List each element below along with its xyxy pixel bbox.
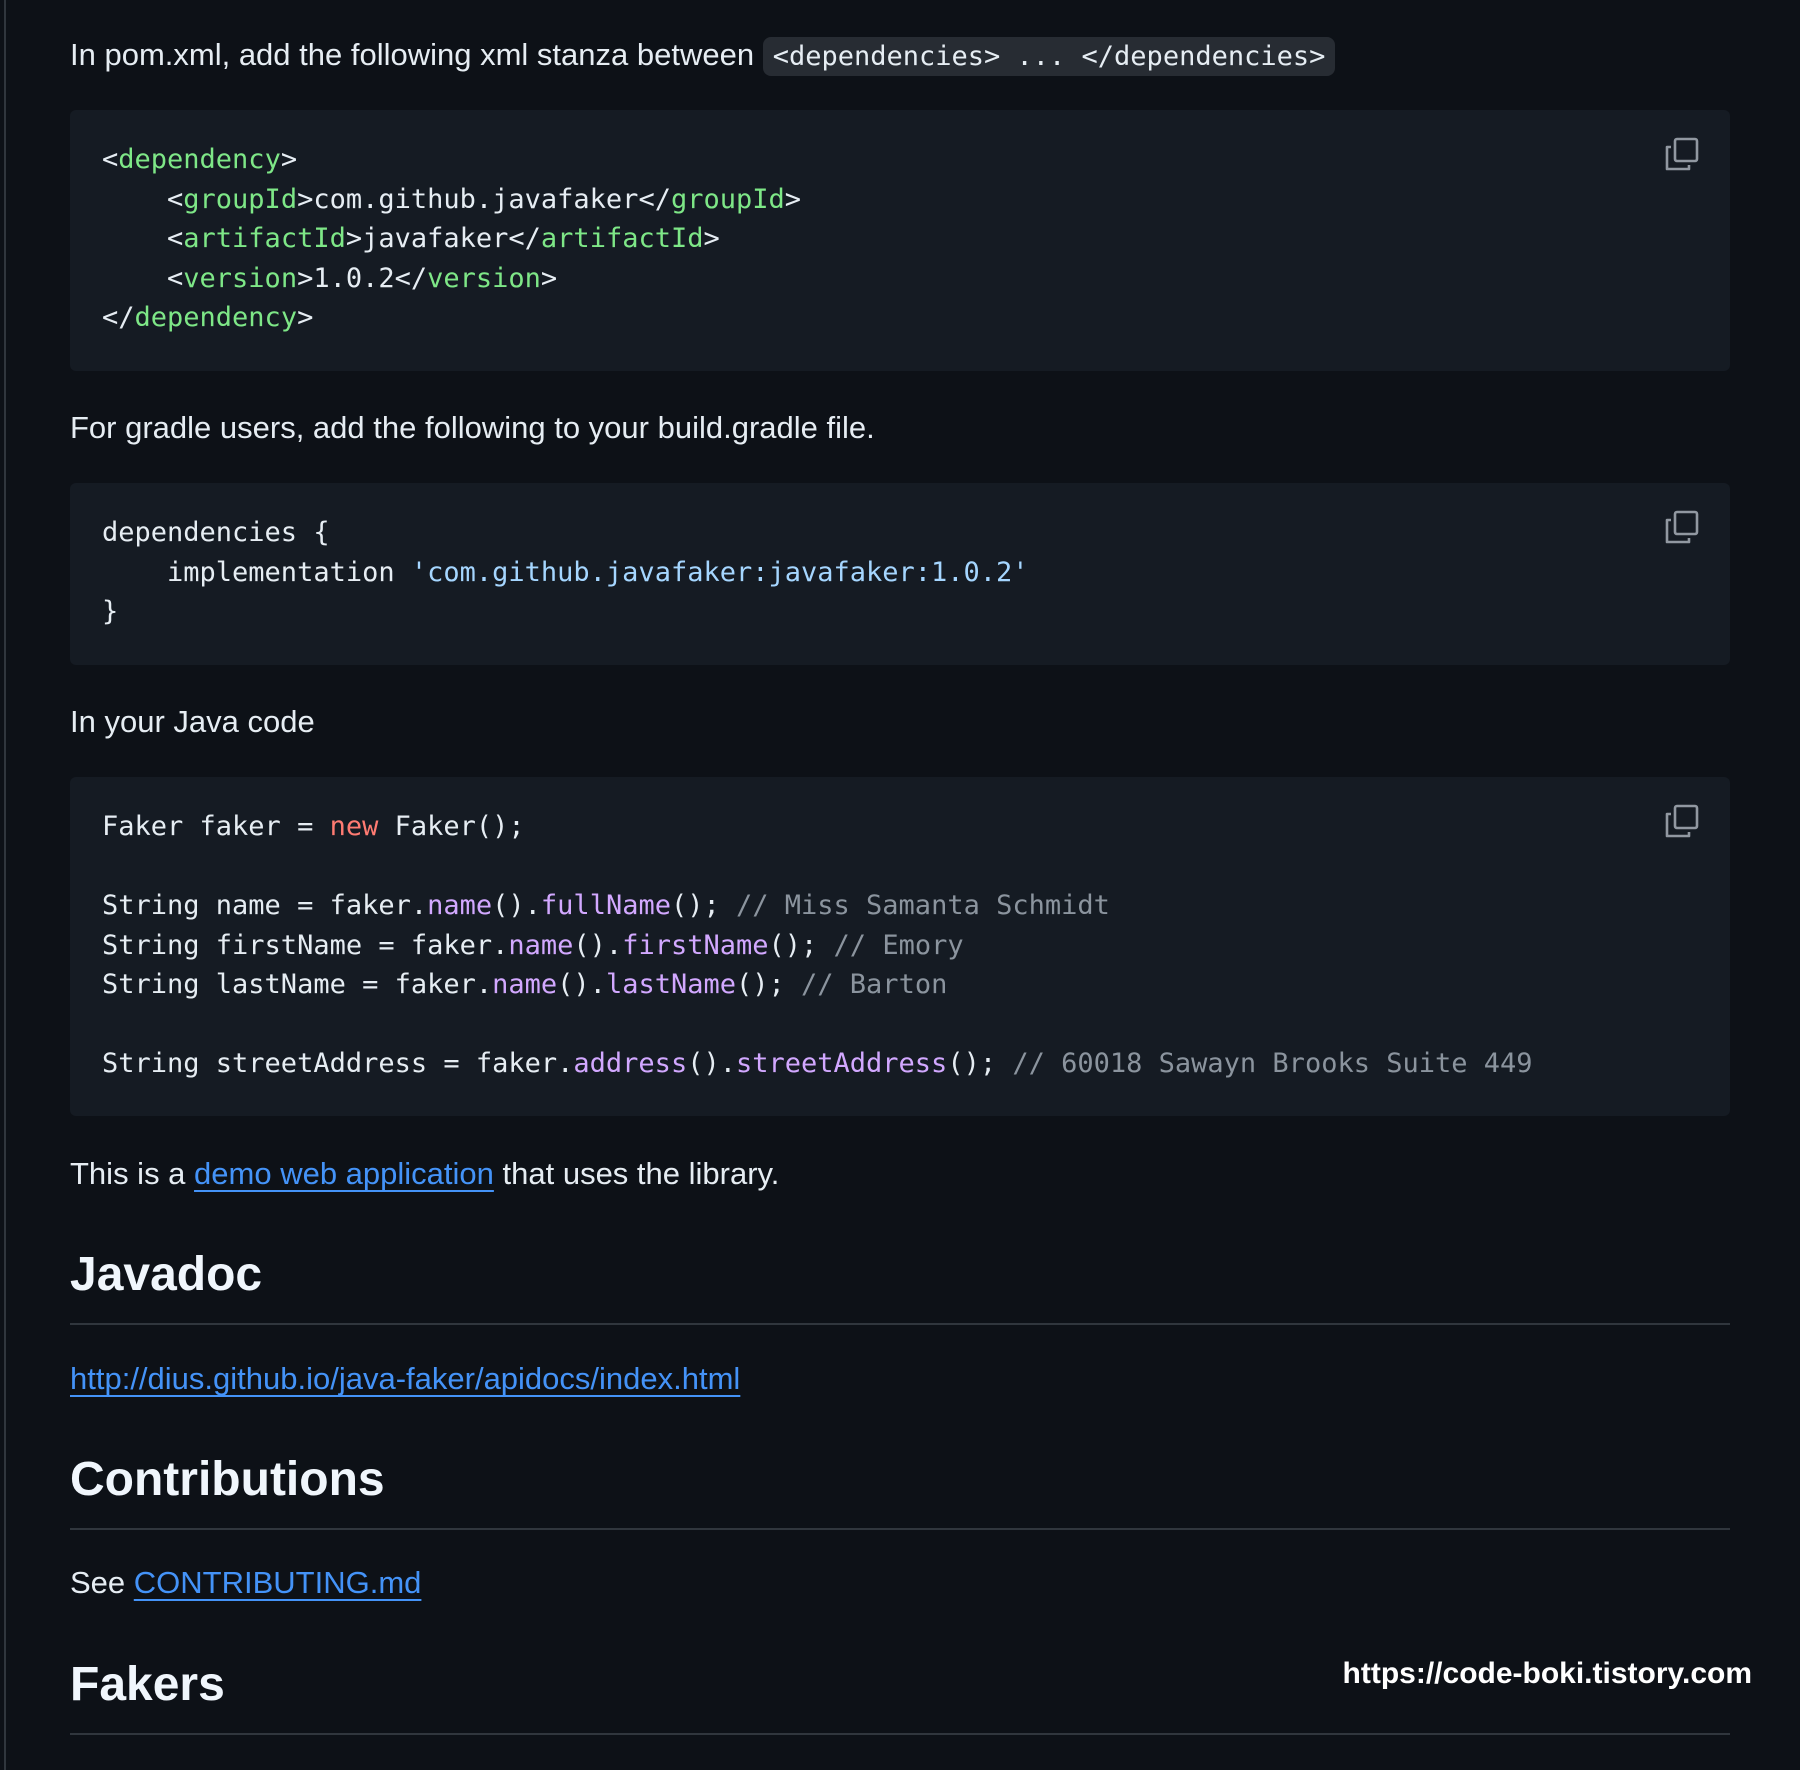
gradle-intro-paragraph: For gradle users, add the following to y…: [70, 410, 875, 445]
code-token: ().: [687, 1048, 736, 1079]
code-token: ().: [492, 890, 541, 921]
code-token: >1.0.2</: [297, 262, 428, 294]
code-line: String name = faker.name().fullName(); /…: [102, 890, 1110, 921]
code-token: name: [492, 969, 558, 1000]
code-token: name: [508, 929, 574, 961]
code-token: // Miss Samanta Schmidt: [736, 890, 1110, 921]
code-token: >: [297, 302, 314, 333]
left-border: [4, 0, 6, 1770]
code-token: lastName: [605, 969, 736, 1000]
code-token: fullName: [540, 890, 671, 921]
code-token: ();: [768, 929, 834, 961]
demo-web-application-link[interactable]: demo web application: [194, 1156, 494, 1191]
javadoc-heading: Javadoc: [70, 1247, 1730, 1325]
maven-code-block: <dependency> <groupId>com.github.javafak…: [70, 110, 1730, 371]
copy-icon: [1665, 137, 1699, 171]
code-token: artifactId: [183, 223, 346, 254]
code-token: ();: [947, 1048, 1013, 1079]
code-token: name: [427, 890, 493, 921]
code-token: dependency: [134, 302, 298, 333]
code-line: String streetAddress = faker.address().s…: [102, 1048, 1533, 1079]
code-token: >com.github.javafaker</: [297, 183, 671, 215]
code-token: // Barton: [801, 969, 948, 1000]
code-token: </: [102, 302, 135, 333]
code-token: >: [540, 262, 558, 294]
code-token: 'com.github.javafaker:javafaker:1.0.2': [410, 556, 1029, 588]
code-token: streetAddress: [735, 1048, 948, 1079]
code-token: <: [102, 223, 184, 254]
code-token: Faker();: [378, 811, 525, 842]
code-token: <: [102, 144, 119, 175]
code-line: }: [102, 596, 118, 627]
inline-code-dependencies: <dependencies> ... </dependencies>: [762, 37, 1336, 76]
code-line: String firstName = faker.name().firstNam…: [102, 930, 964, 961]
demo-paragraph: This is a demo web application that uses…: [70, 1156, 780, 1191]
code-token: version: [183, 262, 298, 294]
code-token: String lastName = faker.: [102, 969, 493, 1000]
code-token: dependency: [118, 144, 281, 175]
code-token: <: [102, 262, 184, 294]
contributions-paragraph: See CONTRIBUTING.md: [70, 1565, 422, 1600]
java-intro-paragraph: In your Java code: [70, 704, 315, 739]
code-token: version: [427, 262, 541, 294]
watermark-text: https://code-boki.tistory.com: [1342, 1657, 1752, 1690]
code-line: <version>1.0.2</version>: [102, 263, 557, 294]
code-token: Faker faker =: [102, 811, 330, 842]
code-line: implementation 'com.github.javafaker:jav…: [102, 557, 1029, 588]
java-code: Faker faker = new Faker(); String name =…: [102, 807, 1698, 1084]
code-line: <groupId>com.github.javafaker</groupId>: [102, 184, 801, 215]
code-token: <: [102, 183, 184, 215]
code-line: dependencies {: [102, 517, 330, 548]
code-token: String name = faker.: [102, 890, 428, 921]
code-token: implementation: [102, 556, 411, 588]
copy-button-maven[interactable]: [1664, 136, 1700, 172]
code-token: String streetAddress = faker.: [102, 1048, 574, 1079]
code-token: // 60018 Sawayn Brooks Suite 449: [1012, 1048, 1533, 1079]
copy-button-gradle[interactable]: [1664, 509, 1700, 545]
gradle-code-block: dependencies { implementation 'com.githu…: [70, 483, 1730, 665]
code-token: >: [784, 183, 802, 215]
code-line: String lastName = faker.name().lastName(…: [102, 969, 947, 1000]
maven-code: <dependency> <groupId>com.github.javafak…: [102, 140, 1698, 338]
java-code-block: Faker faker = new Faker(); String name =…: [70, 777, 1730, 1116]
code-token: artifactId: [540, 223, 704, 254]
code-token: groupId: [183, 183, 298, 215]
code-token: address: [573, 1048, 688, 1079]
code-token: new: [329, 811, 379, 842]
code-line: <artifactId>javafaker</artifactId>: [102, 223, 720, 254]
pom-intro-paragraph: In pom.xml, add the following xml stanza…: [70, 33, 1336, 79]
copy-button-java[interactable]: [1664, 803, 1700, 839]
code-token: >: [280, 144, 298, 175]
javadoc-paragraph: http://dius.github.io/java-faker/apidocs…: [70, 1357, 740, 1401]
code-token: groupId: [670, 183, 785, 215]
code-token: ().: [557, 969, 606, 1000]
contributions-heading: Contributions: [70, 1452, 1730, 1530]
code-token: >: [703, 223, 720, 254]
code-token: ();: [670, 890, 736, 921]
contributing-md-link[interactable]: CONTRIBUTING.md: [134, 1565, 422, 1600]
code-line: </dependency>: [102, 302, 313, 333]
code-token: dependencies {: [102, 517, 330, 548]
code-token: firstName: [622, 929, 769, 961]
copy-icon: [1665, 804, 1699, 838]
code-line: <dependency>: [102, 144, 297, 175]
code-token: >javafaker</: [345, 223, 541, 254]
code-token: String firstName = faker.: [102, 929, 509, 961]
gradle-code: dependencies { implementation 'com.githu…: [102, 513, 1698, 632]
code-token: }: [102, 596, 119, 627]
javadoc-link[interactable]: http://dius.github.io/java-faker/apidocs…: [70, 1361, 740, 1396]
code-token: ().: [573, 929, 623, 961]
code-token: ();: [736, 969, 802, 1000]
code-line: Faker faker = new Faker();: [102, 811, 525, 842]
code-token: // Emory: [833, 929, 964, 961]
copy-icon: [1665, 510, 1699, 544]
